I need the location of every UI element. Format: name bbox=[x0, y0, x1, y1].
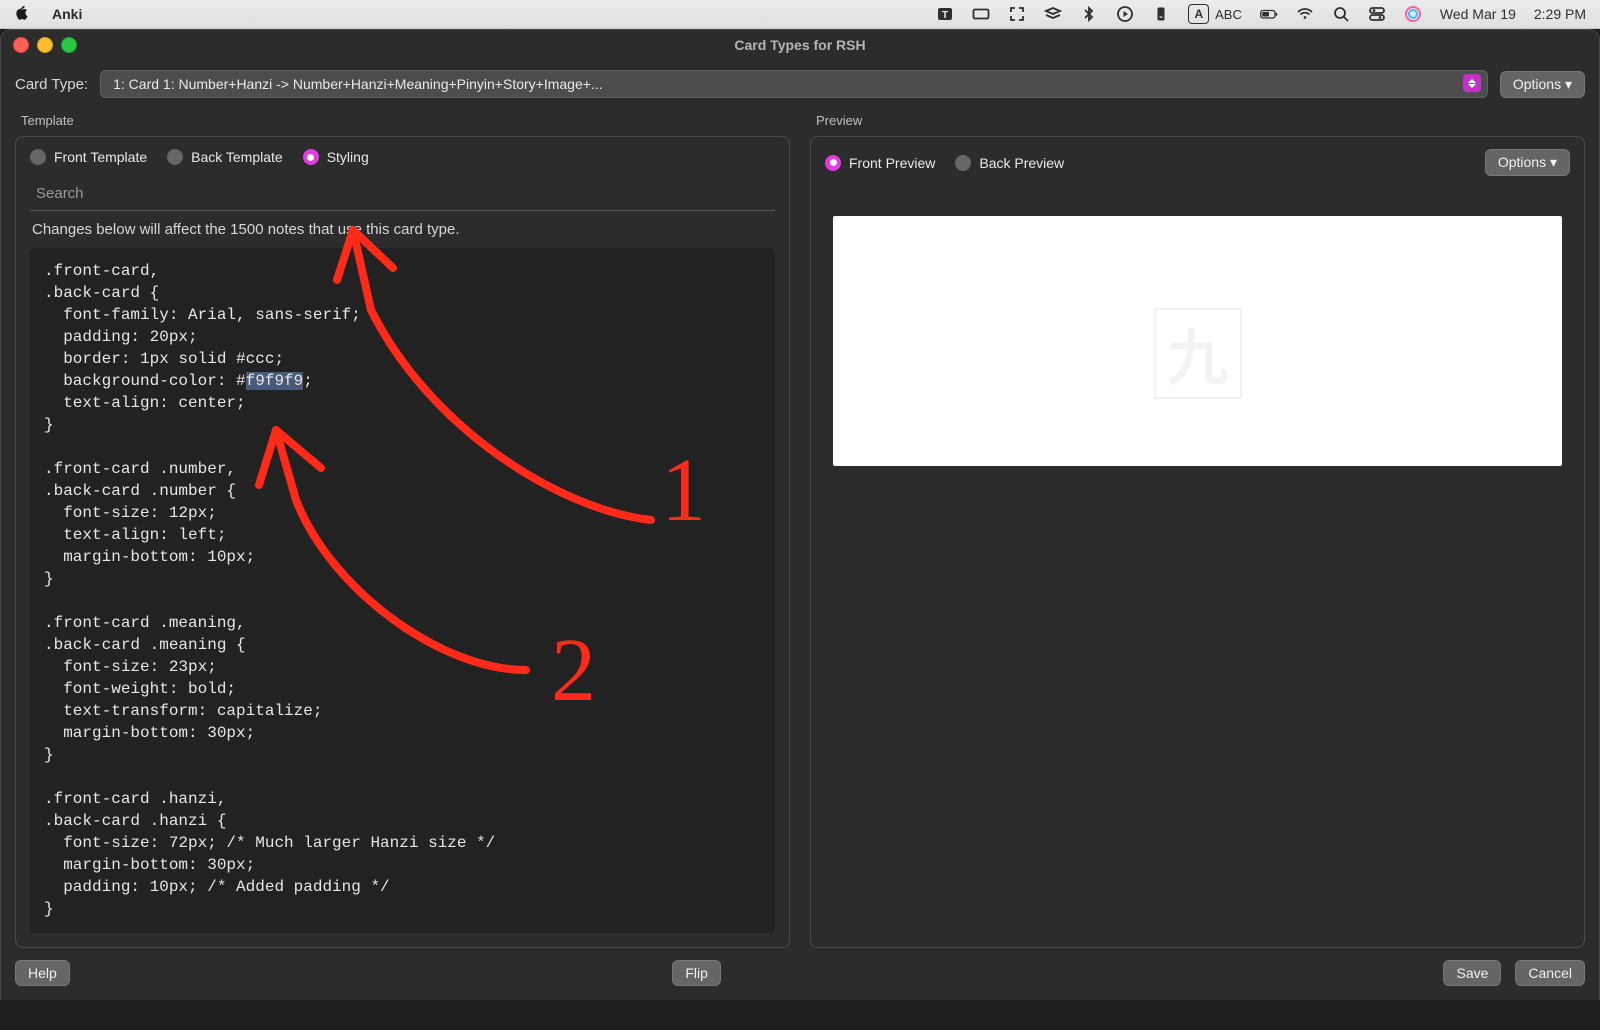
window-zoom-button[interactable] bbox=[61, 37, 77, 53]
preview-panel: Front Preview Back Preview Options ▾ 九 bbox=[810, 136, 1585, 948]
app-window: Card Types for RSH Card Type: 1: Card 1:… bbox=[0, 29, 1600, 1000]
textinput-icon[interactable]: T bbox=[936, 5, 954, 23]
save-label: Save bbox=[1456, 965, 1488, 981]
input-label: ABC bbox=[1215, 7, 1242, 22]
card-type-label: Card Type: bbox=[15, 76, 88, 93]
template-section-label: Template bbox=[21, 113, 787, 128]
template-column: Template Front Template Back Template St… bbox=[15, 110, 790, 948]
keyboard-icon[interactable] bbox=[972, 5, 990, 23]
preview-card: 九 bbox=[833, 216, 1562, 466]
template-panel: Front Template Back Template Styling Cha… bbox=[15, 136, 790, 948]
template-tab-radios: Front Template Back Template Styling bbox=[16, 137, 789, 177]
card-options-label: Options ▾ bbox=[1513, 76, 1572, 93]
radio-back-preview-label: Back Preview bbox=[979, 155, 1064, 171]
cancel-label: Cancel bbox=[1528, 965, 1572, 981]
siri-icon[interactable] bbox=[1404, 5, 1422, 23]
card-type-select[interactable]: 1: Card 1: Number+Hanzi -> Number+Hanzi+… bbox=[100, 70, 1488, 98]
radio-dot-icon bbox=[955, 155, 971, 171]
play-icon[interactable] bbox=[1116, 5, 1134, 23]
card-options-button[interactable]: Options ▾ bbox=[1500, 71, 1585, 98]
radio-dot-icon bbox=[30, 149, 46, 165]
cancel-button[interactable]: Cancel bbox=[1515, 960, 1585, 986]
radio-front-preview[interactable]: Front Preview bbox=[825, 155, 935, 171]
device-icon[interactable] bbox=[1152, 5, 1170, 23]
styling-code-editor[interactable]: .front-card, .back-card { font-family: A… bbox=[30, 248, 775, 933]
window-minimize-button[interactable] bbox=[37, 37, 53, 53]
input-badge: A bbox=[1194, 7, 1203, 21]
preview-options-label: Options ▾ bbox=[1498, 154, 1557, 171]
radio-dot-icon bbox=[825, 155, 841, 171]
card-type-row: Card Type: 1: Card 1: Number+Hanzi -> Nu… bbox=[1, 60, 1599, 110]
preview-options-button[interactable]: Options ▾ bbox=[1485, 149, 1570, 176]
window-close-button[interactable] bbox=[13, 37, 29, 53]
chevron-updown-icon bbox=[1463, 74, 1481, 92]
preview-hanzi: 九 bbox=[1154, 308, 1242, 399]
window-title: Card Types for RSH bbox=[1, 37, 1599, 53]
expand-icon[interactable] bbox=[1008, 5, 1026, 23]
macos-menubar: Anki T A ABC Wed Mar 19 2:29 PM bbox=[0, 0, 1600, 29]
control-center-icon[interactable] bbox=[1368, 5, 1386, 23]
app-name[interactable]: Anki bbox=[52, 6, 82, 22]
bottom-bar: Help Flip Save Cancel bbox=[1, 948, 1599, 1000]
preview-tab-row: Front Preview Back Preview Options ▾ bbox=[811, 137, 1584, 188]
radio-dot-icon bbox=[167, 149, 183, 165]
card-type-value: 1: Card 1: Number+Hanzi -> Number+Hanzi+… bbox=[113, 76, 602, 92]
stack-icon[interactable] bbox=[1044, 5, 1062, 23]
affect-note: Changes below will affect the 1500 notes… bbox=[16, 211, 789, 248]
radio-styling[interactable]: Styling bbox=[303, 149, 369, 165]
help-button[interactable]: Help bbox=[15, 960, 70, 986]
input-source-indicator[interactable]: A bbox=[1188, 4, 1209, 24]
save-button[interactable]: Save bbox=[1443, 960, 1501, 986]
code-pre: .front-card, .back-card { font-family: A… bbox=[44, 262, 361, 390]
code-post: ; text-align: center; } .front-card .num… bbox=[44, 372, 495, 933]
svg-text:T: T bbox=[942, 10, 948, 21]
wifi-icon[interactable] bbox=[1296, 5, 1314, 23]
apple-logo-icon[interactable] bbox=[14, 5, 32, 23]
search-input[interactable] bbox=[34, 184, 775, 203]
bluetooth-icon[interactable] bbox=[1080, 5, 1098, 23]
template-search[interactable] bbox=[30, 177, 775, 211]
radio-back-template[interactable]: Back Template bbox=[167, 149, 283, 165]
radio-back-label: Back Template bbox=[191, 149, 283, 165]
flip-label: Flip bbox=[685, 965, 708, 981]
radio-back-preview[interactable]: Back Preview bbox=[955, 155, 1064, 171]
radio-front-preview-label: Front Preview bbox=[849, 155, 935, 171]
menubar-date[interactable]: Wed Mar 19 bbox=[1440, 6, 1516, 22]
preview-section-label: Preview bbox=[816, 113, 1582, 128]
preview-column: Preview Front Preview Back Preview Optio… bbox=[810, 110, 1585, 948]
window-titlebar: Card Types for RSH bbox=[1, 30, 1599, 60]
menubar-time[interactable]: 2:29 PM bbox=[1534, 6, 1586, 22]
radio-styling-label: Styling bbox=[327, 149, 369, 165]
flip-button[interactable]: Flip bbox=[672, 960, 721, 986]
radio-front-template[interactable]: Front Template bbox=[30, 149, 147, 165]
help-label: Help bbox=[28, 965, 57, 981]
radio-front-label: Front Template bbox=[54, 149, 147, 165]
battery-icon[interactable] bbox=[1260, 5, 1278, 23]
search-icon[interactable] bbox=[1332, 5, 1350, 23]
code-highlight: f9f9f9 bbox=[246, 372, 304, 390]
radio-dot-icon bbox=[303, 149, 319, 165]
